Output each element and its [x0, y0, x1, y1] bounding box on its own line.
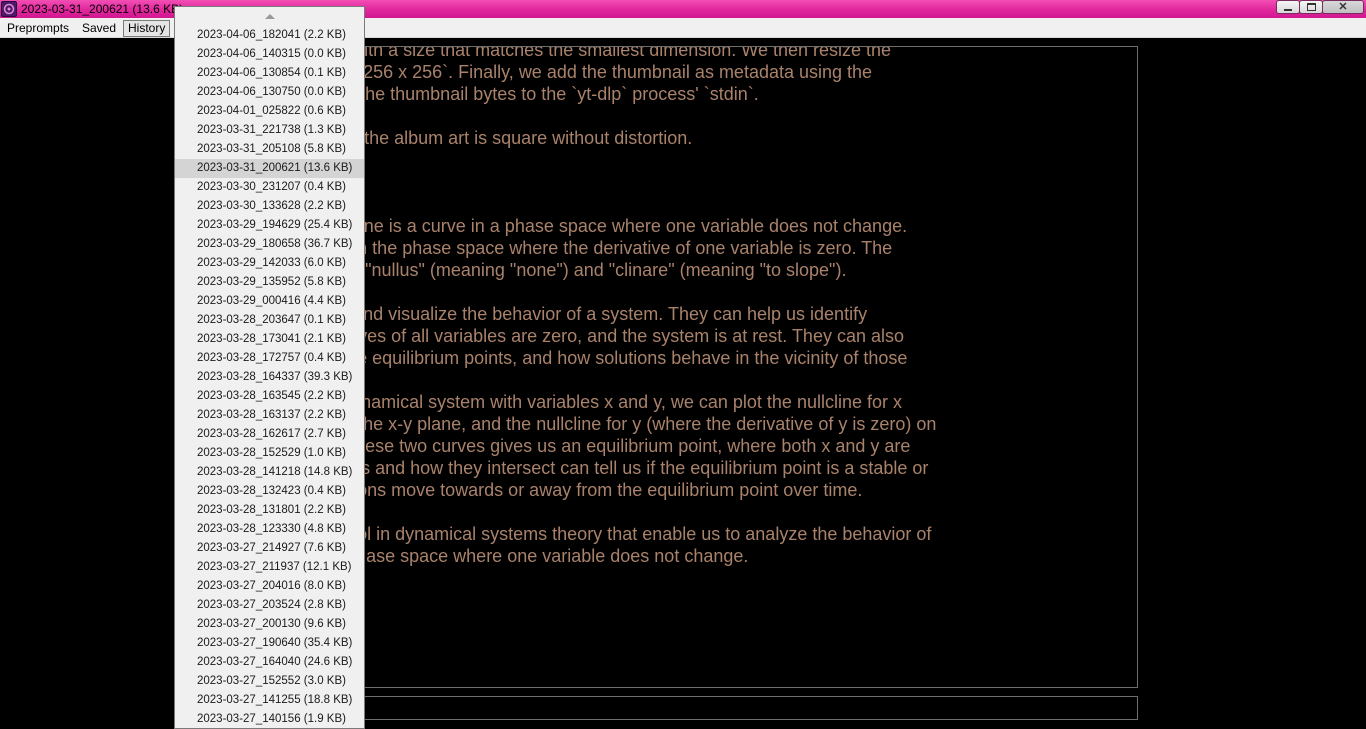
minimize-icon	[1284, 9, 1292, 11]
history-item[interactable]: 2023-03-30_133628 (2.2 KB)	[175, 197, 364, 216]
history-item[interactable]: 2023-04-06_130854 (0.1 KB)	[175, 64, 364, 83]
history-item[interactable]: 2023-03-31_200621 (13.6 KB)	[175, 159, 364, 178]
history-item[interactable]: 2023-03-29_142033 (6.0 KB)	[175, 254, 364, 273]
history-item[interactable]: 2023-03-31_221738 (1.3 KB)	[175, 121, 364, 140]
history-item[interactable]: 2023-03-27_200130 (9.6 KB)	[175, 615, 364, 634]
history-item[interactable]: 2023-03-27_164040 (24.6 KB)	[175, 653, 364, 672]
history-item[interactable]: 2023-03-27_140156 (1.9 KB)	[175, 710, 364, 728]
menu-saved[interactable]: Saved	[78, 20, 120, 37]
history-item[interactable]: 2023-03-28_152529 (1.0 KB)	[175, 444, 364, 463]
history-dropdown[interactable]: 2023-04-06_182041 (2.2 KB) 2023-04-06_140…	[174, 6, 365, 729]
window-title: 2023-03-31_200621 (13.6 KB)	[21, 2, 184, 16]
close-button[interactable]: ✕	[1322, 0, 1364, 14]
history-item[interactable]: 2023-03-31_205108 (5.8 KB)	[175, 140, 364, 159]
history-item[interactable]: 2023-03-28_164337 (39.3 KB)	[175, 368, 364, 387]
history-item[interactable]: 2023-04-06_140315 (0.0 KB)	[175, 45, 364, 64]
history-item[interactable]: 2023-03-27_204016 (8.0 KB)	[175, 577, 364, 596]
history-item[interactable]: 2023-03-27_211937 (12.1 KB)	[175, 558, 364, 577]
history-item[interactable]: 2023-04-06_130750 (0.0 KB)	[175, 83, 364, 102]
history-item[interactable]: 2023-03-27_190640 (35.4 KB)	[175, 634, 364, 653]
close-icon: ✕	[1338, 1, 1348, 13]
scroll-up-arrow-icon	[264, 14, 275, 19]
history-item[interactable]: 2023-04-01_025822 (0.6 KB)	[175, 102, 364, 121]
history-item[interactable]: 2023-03-28_163545 (2.2 KB)	[175, 387, 364, 406]
maximize-icon	[1306, 3, 1316, 11]
history-item[interactable]: 2023-03-29_180658 (36.7 KB)	[175, 235, 364, 254]
history-item[interactable]: 2023-03-28_163137 (2.2 KB)	[175, 406, 364, 425]
history-item[interactable]: 2023-03-28_141218 (14.8 KB)	[175, 463, 364, 482]
menu-preprompts[interactable]: Preprompts	[3, 20, 73, 37]
history-item[interactable]: 2023-03-28_162617 (2.7 KB)	[175, 425, 364, 444]
history-list: 2023-04-06_182041 (2.2 KB) 2023-04-06_140…	[175, 26, 364, 728]
history-item[interactable]: 2023-03-27_141255 (18.8 KB)	[175, 691, 364, 710]
history-item[interactable]: 2023-03-28_132423 (0.4 KB)	[175, 482, 364, 501]
history-item[interactable]: 2023-03-27_152552 (3.0 KB)	[175, 672, 364, 691]
history-item[interactable]: 2023-03-29_194629 (25.4 KB)	[175, 216, 364, 235]
menu-history[interactable]: History	[123, 20, 171, 37]
history-item[interactable]: 2023-03-28_172757 (0.4 KB)	[175, 349, 364, 368]
scroll-up-button[interactable]	[175, 7, 364, 26]
app-logo-icon	[1, 1, 17, 17]
history-item[interactable]: 2023-03-28_173041 (2.1 KB)	[175, 330, 364, 349]
history-item[interactable]: 2023-03-30_231207 (0.4 KB)	[175, 178, 364, 197]
history-item[interactable]: 2023-03-27_214927 (7.6 KB)	[175, 539, 364, 558]
history-item[interactable]: 2023-03-28_203647 (0.1 KB)	[175, 311, 364, 330]
history-item[interactable]: 2023-03-27_203524 (2.8 KB)	[175, 596, 364, 615]
history-item[interactable]: 2023-03-28_131801 (2.2 KB)	[175, 501, 364, 520]
history-item[interactable]: 2023-03-29_000416 (4.4 KB)	[175, 292, 364, 311]
minimize-button[interactable]	[1276, 0, 1300, 14]
history-item[interactable]: 2023-04-06_182041 (2.2 KB)	[175, 26, 364, 45]
history-item[interactable]: 2023-03-28_123330 (4.8 KB)	[175, 520, 364, 539]
history-item[interactable]: 2023-03-29_135952 (5.8 KB)	[175, 273, 364, 292]
maximize-button[interactable]	[1299, 0, 1323, 14]
